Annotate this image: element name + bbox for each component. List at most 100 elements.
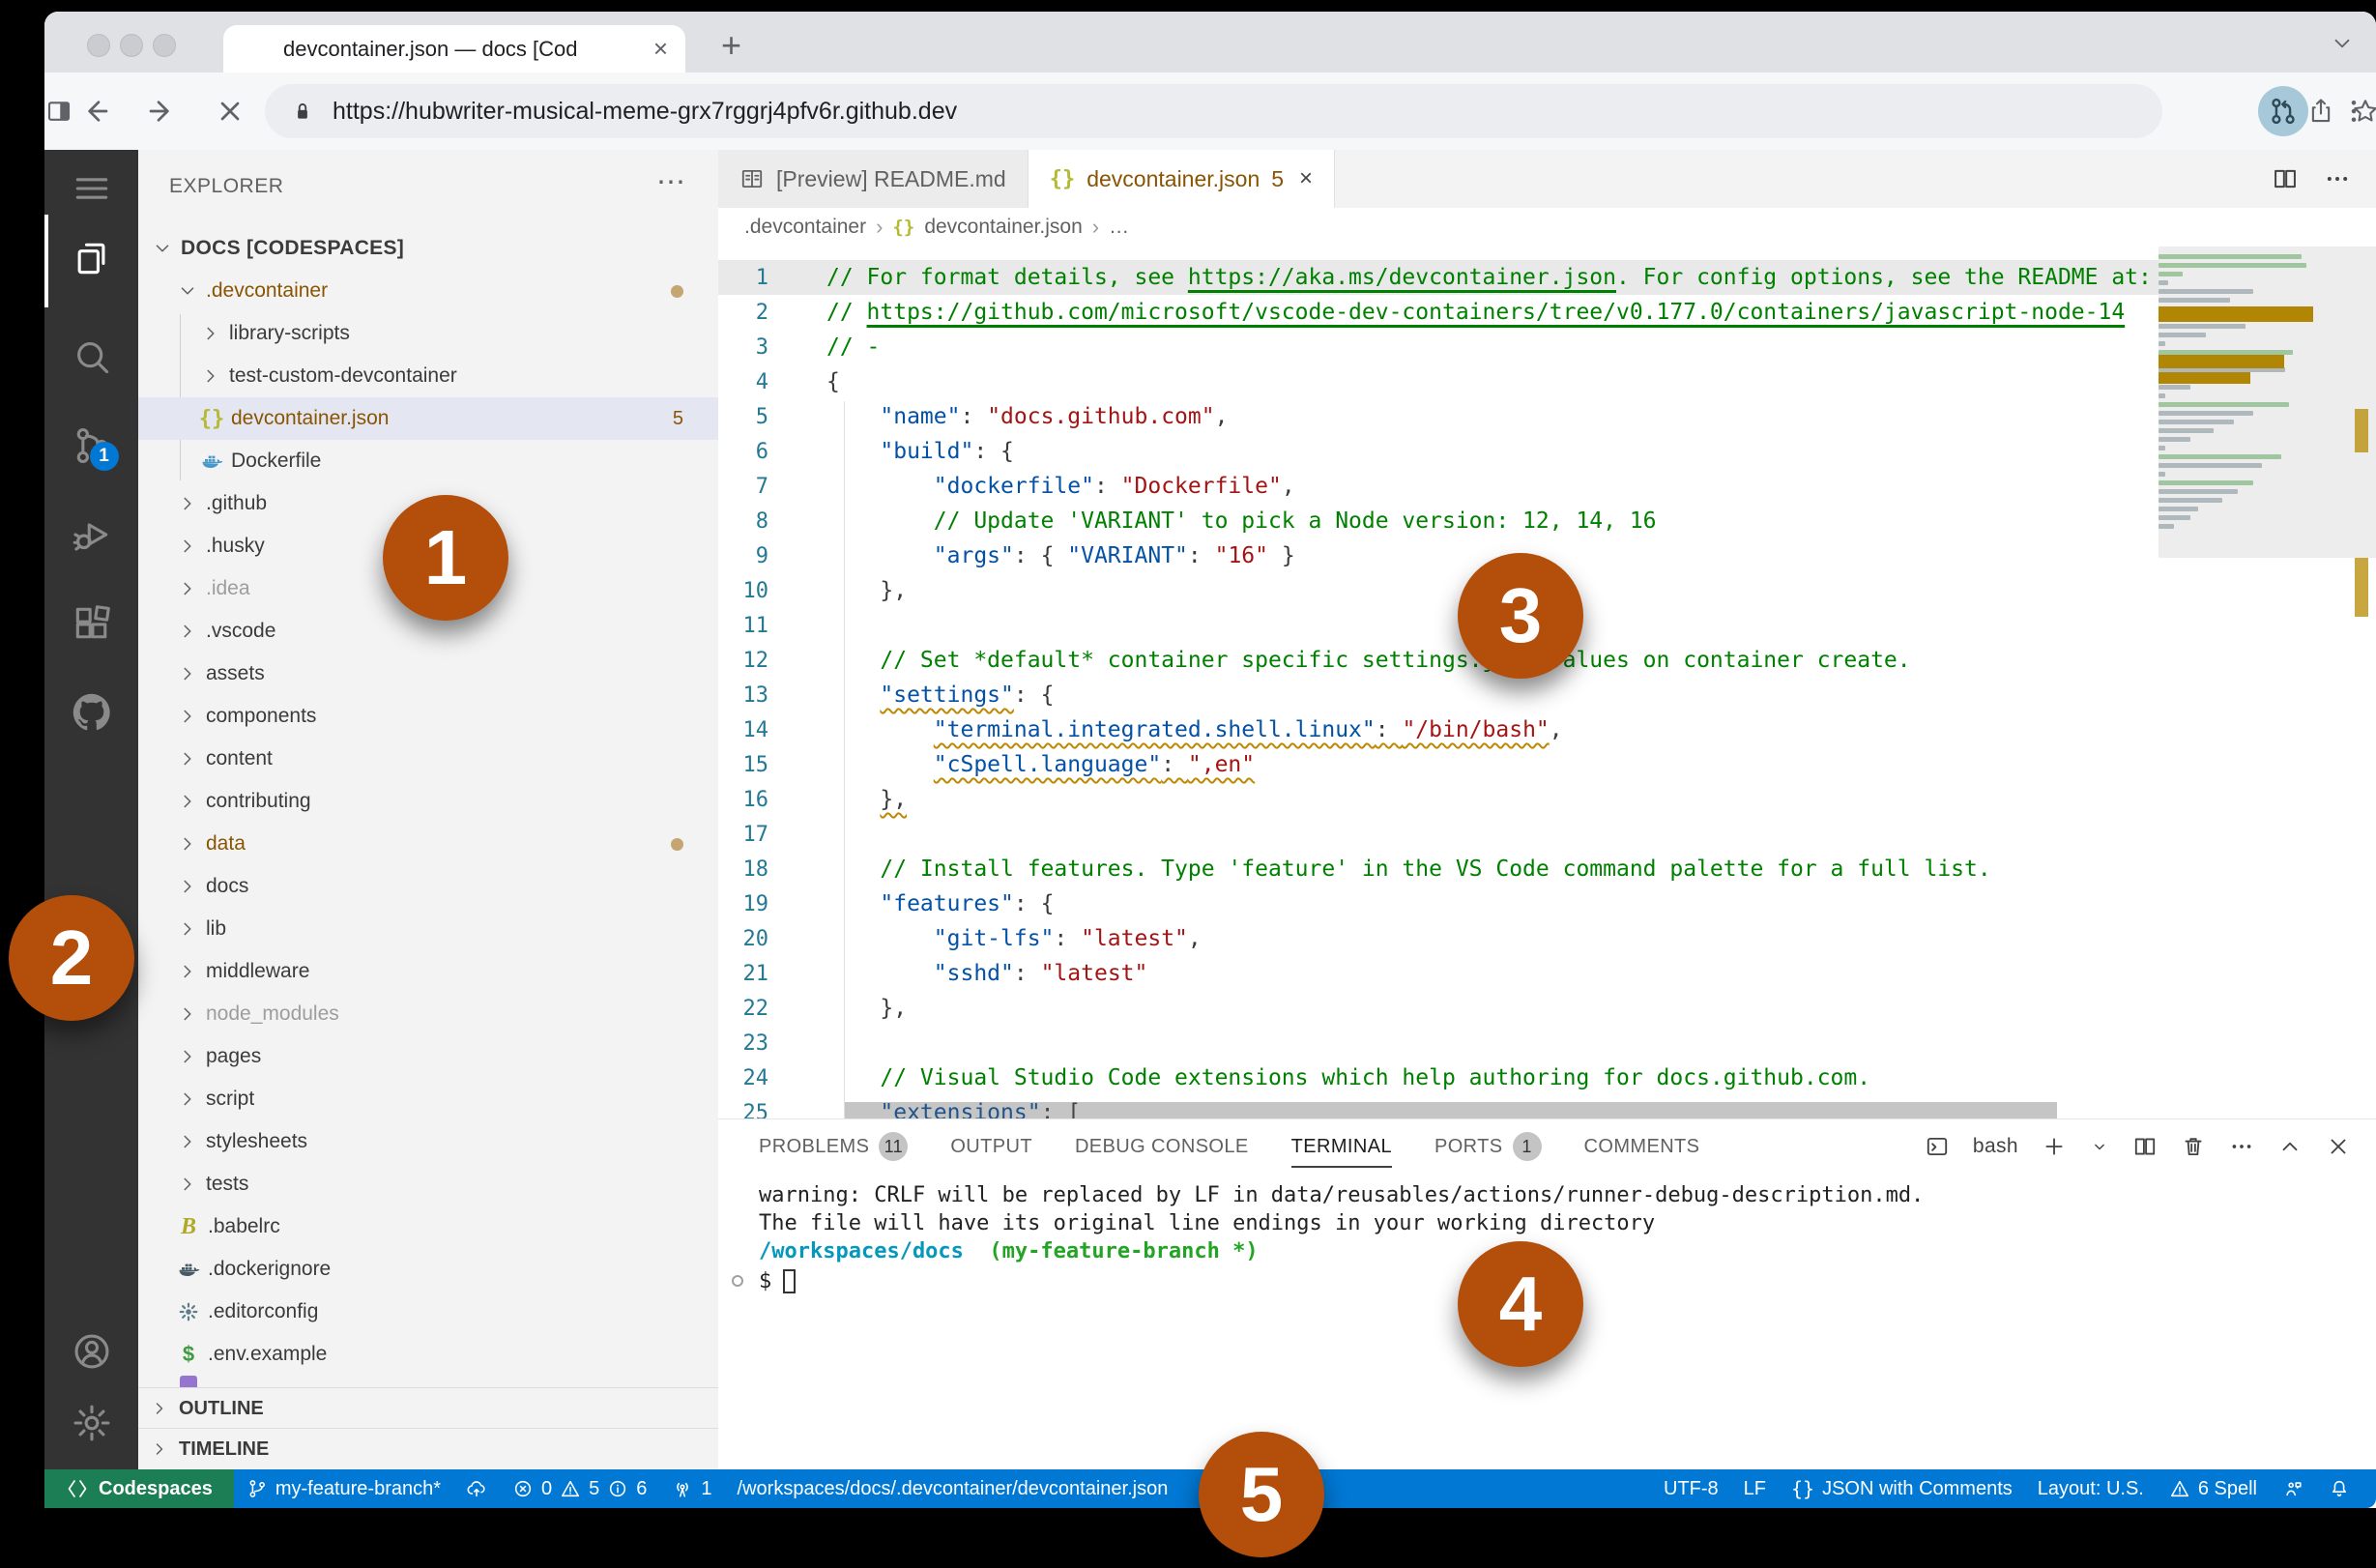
panel-tab-problems[interactable]: PROBLEMS 11: [759, 1119, 909, 1174]
breadcrumbs[interactable]: .devcontainer › {} devcontainer.json › …: [718, 208, 2376, 247]
notifications-status[interactable]: [2316, 1478, 2362, 1499]
tree-item-Dockerfile[interactable]: Dockerfile: [138, 440, 718, 482]
code-line-6[interactable]: 6 "build": {: [718, 434, 2159, 469]
extensions-view-icon[interactable]: [71, 602, 113, 645]
code-line-3[interactable]: 3// -: [718, 330, 2159, 364]
search-view-icon[interactable]: [71, 335, 113, 378]
explorer-more-actions-icon[interactable]: ⋯: [656, 165, 685, 199]
tree-item-.env.example[interactable]: $ .env.example: [138, 1333, 718, 1376]
code-line-14[interactable]: 14 "terminal.integrated.shell.linux": "/…: [718, 712, 2159, 747]
tree-item-content[interactable]: content: [138, 738, 718, 780]
code-line-10[interactable]: 10 },: [718, 573, 2159, 608]
code-line-17[interactable]: 17: [718, 817, 2159, 852]
kill-terminal-icon[interactable]: [2181, 1134, 2206, 1159]
code-line-5[interactable]: 5 "name": "docs.github.com",: [718, 399, 2159, 434]
encoding-status[interactable]: UTF-8: [1651, 1478, 1731, 1500]
tab-close-icon[interactable]: ×: [1299, 165, 1313, 192]
code-line-18[interactable]: 18 // Install features. Type 'feature' i…: [718, 852, 2159, 886]
panel-tab-terminal[interactable]: TERMINAL: [1290, 1119, 1393, 1174]
editor-more-actions-icon[interactable]: [2324, 165, 2351, 192]
tree-item-test-custom-devcontainer[interactable]: test-custom-devcontainer: [138, 355, 718, 397]
eol-status[interactable]: LF: [1731, 1478, 1779, 1500]
tab-devcontainer-json[interactable]: {} devcontainer.json 5 ×: [1028, 150, 1336, 208]
account-icon[interactable]: [71, 1330, 113, 1373]
settings-gear-icon[interactable]: [71, 1402, 113, 1444]
code-line-2[interactable]: 2// https://github.com/microsoft/vscode-…: [718, 295, 2159, 330]
ports-status[interactable]: 1: [659, 1478, 724, 1500]
browser-tab[interactable]: devcontainer.json — docs [Cod ×: [223, 25, 685, 73]
menu-hamburger-icon[interactable]: [71, 167, 113, 210]
tree-item-tests[interactable]: tests: [138, 1163, 718, 1205]
timeline-section[interactable]: TIMELINE: [138, 1428, 718, 1469]
tree-item-components[interactable]: components: [138, 695, 718, 738]
run-debug-view-icon[interactable]: [71, 513, 113, 556]
code-line-21[interactable]: 21 "sshd": "latest": [718, 956, 2159, 991]
new-tab-button[interactable]: +: [721, 25, 741, 66]
branch-status[interactable]: my-feature-branch*: [234, 1478, 453, 1500]
window-close-button[interactable]: [87, 34, 110, 57]
code-line-15[interactable]: 15 "cSpell.language": ",en": [718, 747, 2159, 782]
tree-item-script[interactable]: script: [138, 1078, 718, 1120]
maximize-panel-icon[interactable]: [2277, 1134, 2303, 1159]
github-view-icon[interactable]: [71, 691, 113, 734]
back-button-icon[interactable]: [79, 96, 110, 127]
code-line-12[interactable]: 12 // Set *default* container specific s…: [718, 643, 2159, 678]
tab-close-icon[interactable]: ×: [653, 34, 668, 64]
code-line-8[interactable]: 8 // Update 'VARIANT' to pick a Node ver…: [718, 504, 2159, 538]
tree-item-.devcontainer[interactable]: .devcontainer: [138, 270, 718, 312]
code-line-7[interactable]: 7 "dockerfile": "Dockerfile",: [718, 469, 2159, 504]
window-minimize-button[interactable]: [120, 34, 143, 57]
tree-item-stylesheets[interactable]: stylesheets: [138, 1120, 718, 1163]
terminal-profile-icon[interactable]: [1925, 1134, 1950, 1159]
feedback-status[interactable]: [2270, 1478, 2316, 1499]
code-line-9[interactable]: 9 "args": { "VARIANT": "16" }: [718, 538, 2159, 573]
outline-section[interactable]: OUTLINE: [138, 1387, 718, 1429]
code-line-23[interactable]: 23: [718, 1026, 2159, 1060]
code-line-24[interactable]: 24 // Visual Studio Code extensions whic…: [718, 1060, 2159, 1095]
tree-item-.dockerignore[interactable]: .dockerignore: [138, 1248, 718, 1291]
terminal-dropdown-icon[interactable]: [2090, 1134, 2109, 1159]
address-bar[interactable]: https://hubwriter-musical-meme-grx7rggrj…: [265, 84, 2376, 138]
panel-tab-comments[interactable]: COMMENTS: [1584, 1119, 1700, 1174]
code-line-11[interactable]: 11: [718, 608, 2159, 643]
code-line-22[interactable]: 22 },: [718, 991, 2159, 1026]
tree-item-data[interactable]: data: [138, 823, 718, 865]
sync-status[interactable]: [453, 1478, 500, 1499]
tab-readme-preview[interactable]: [Preview] README.md: [718, 150, 1029, 208]
code-editor[interactable]: 1// For format details, see https://aka.…: [718, 247, 2376, 1119]
tree-item-lib[interactable]: lib: [138, 908, 718, 950]
split-terminal-icon[interactable]: [2132, 1134, 2158, 1159]
stop-loading-icon[interactable]: [215, 96, 246, 127]
tree-item-contributing[interactable]: contributing: [138, 780, 718, 823]
code-line-4[interactable]: 4{: [718, 364, 2159, 399]
window-zoom-button[interactable]: [153, 34, 176, 57]
tree-item-pages[interactable]: pages: [138, 1035, 718, 1078]
tree-item-middleware[interactable]: middleware: [138, 950, 718, 993]
source-control-view-icon[interactable]: 1: [71, 424, 119, 471]
profile-avatar[interactable]: [2258, 86, 2308, 136]
spell-checker-status[interactable]: 6 Spell: [2157, 1478, 2270, 1500]
tree-item-docs[interactable]: docs: [138, 865, 718, 908]
tree-root[interactable]: DOCS [CODESPACES]: [138, 227, 718, 270]
split-editor-icon[interactable]: [2272, 165, 2299, 192]
problems-status[interactable]: 0 5 6: [500, 1478, 659, 1500]
panel-tab-output[interactable]: OUTPUT: [950, 1119, 1032, 1174]
code-line-20[interactable]: 20 "git-lfs": "latest",: [718, 921, 2159, 956]
code-line-13[interactable]: 13 "settings": {: [718, 678, 2159, 712]
panel-tab-debug-console[interactable]: DEBUG CONSOLE: [1075, 1119, 1249, 1174]
code-line-16[interactable]: 16 },: [718, 782, 2159, 817]
tree-item-library-scripts[interactable]: library-scripts: [138, 312, 718, 355]
panel-more-actions-icon[interactable]: [2229, 1134, 2254, 1159]
remote-indicator[interactable]: Codespaces: [44, 1469, 234, 1508]
code-line-1[interactable]: 1// For format details, see https://aka.…: [718, 260, 2159, 295]
tree-item-devcontainer.json[interactable]: {} devcontainer.json 5: [138, 397, 718, 440]
side-panel-icon[interactable]: [44, 97, 73, 126]
panel-tab-ports[interactable]: PORTS 1: [1434, 1119, 1542, 1174]
tree-item-node_modules[interactable]: node_modules: [138, 993, 718, 1035]
new-terminal-icon[interactable]: [2042, 1134, 2067, 1159]
browser-menu-icon[interactable]: [2339, 97, 2368, 126]
tree-item-assets[interactable]: assets: [138, 653, 718, 695]
minimap-slider[interactable]: [2159, 247, 2376, 558]
close-panel-icon[interactable]: [2326, 1134, 2351, 1159]
horizontal-scrollbar[interactable]: [845, 1102, 2057, 1119]
